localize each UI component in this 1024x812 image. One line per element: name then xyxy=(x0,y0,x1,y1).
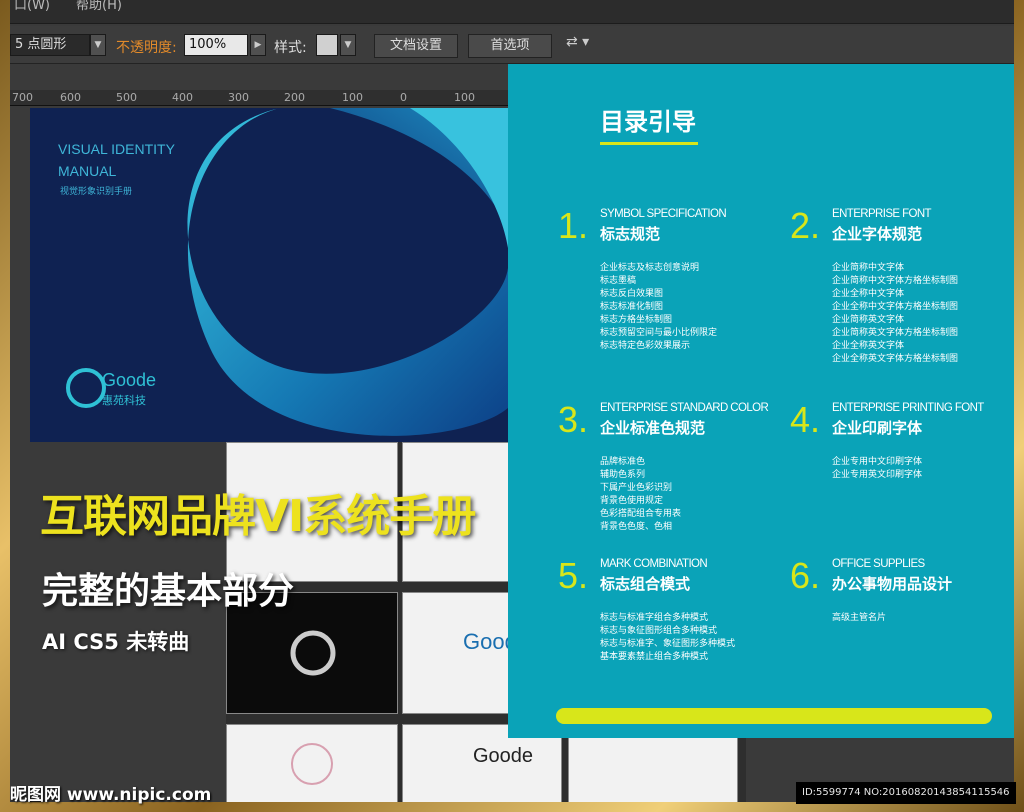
style-label: 样式: xyxy=(274,40,307,56)
ruler-tick: 700 xyxy=(12,91,33,104)
watermark-site: 昵图网 www.nipic.com xyxy=(10,785,212,805)
section-items: 企业标志及标志创意说明 标志墨稿 标志反白效果图 标志标准化制图 标志方格坐标制… xyxy=(600,262,717,353)
section-items: 标志与标准字组合多种模式 标志与象征图形组合多种模式 标志与标准字、象征图形多种… xyxy=(600,612,735,664)
ruler-tick: 500 xyxy=(116,91,137,104)
illustrator-window: 口(W) 帮助(H) 5 点圆形 ▼ 不透明度: 100% ▶ 样式: ▼ 文档… xyxy=(10,0,1014,802)
list-item: 基本要素禁止组合多种模式 xyxy=(600,652,709,662)
section-title-cn: 企业字体规范 xyxy=(832,225,923,243)
section-items: 高级主管名片 xyxy=(832,612,886,625)
logo-mark-icon xyxy=(290,630,336,676)
list-item: 企业简称英文字体 xyxy=(832,315,905,325)
list-item: 企业专用中文印刷字体 xyxy=(832,457,923,467)
list-item: 标志标准化制图 xyxy=(600,302,664,312)
list-item: 背景色使用规定 xyxy=(600,496,664,506)
headline-sub: 完整的基本部分 xyxy=(42,571,295,612)
list-item: 企业简称英文字体方格坐标制图 xyxy=(832,328,959,338)
document-setup-button[interactable]: 文档设置 xyxy=(374,34,458,58)
menu-bar: 口(W) 帮助(H) xyxy=(10,0,1014,24)
ruler-tick: 100 xyxy=(342,91,363,104)
section-title-cn: 标志规范 xyxy=(600,225,661,243)
headline-format: AI CS5 未转曲 xyxy=(42,630,190,654)
list-item: 标志与标准字组合多种模式 xyxy=(600,613,709,623)
section-items: 品牌标准色 辅助色系列 下属产业色彩识别 背景色使用规定 色彩搭配组合专用表 背… xyxy=(600,456,681,534)
list-item: 色彩搭配组合专用表 xyxy=(600,509,682,519)
style-swatch[interactable] xyxy=(316,34,338,56)
list-item: 标志墨稿 xyxy=(600,276,637,286)
ruler-tick: 600 xyxy=(60,91,81,104)
section-number: 6. xyxy=(790,555,821,596)
thumbnail-logo-word: Goode xyxy=(473,745,534,767)
chevron-right-icon[interactable]: ▶ xyxy=(250,34,266,56)
logo-wordmark: Goode xyxy=(102,370,157,390)
footer-bar xyxy=(556,708,992,724)
cover-subtitle: 视觉形象识别手册 xyxy=(60,187,133,197)
list-item: 标志预留空间与最小比例限定 xyxy=(600,328,718,338)
list-item: 高级主管名片 xyxy=(832,613,887,623)
list-item: 企业标志及标志创意说明 xyxy=(600,263,700,273)
title-underline xyxy=(600,142,698,145)
list-item: 标志方格坐标制图 xyxy=(600,315,673,325)
ruler-tick: 400 xyxy=(172,91,193,104)
menu-help[interactable]: 帮助(H) xyxy=(76,0,122,13)
section-items: 企业简称中文字体 企业简称中文字体方格坐标制图 企业全称中文字体 企业全称中文字… xyxy=(832,262,958,366)
section-title-cn: 企业标准色规范 xyxy=(600,419,706,437)
section-title-cn: 标志组合模式 xyxy=(600,575,691,593)
section-title-cn: 企业印刷字体 xyxy=(832,419,923,437)
list-item: 标志与标准字、象征图形多种模式 xyxy=(600,639,736,649)
ruler-tick: 100 xyxy=(454,91,475,104)
section-title-en: ENTERPRISE FONT xyxy=(832,208,932,220)
section-title-en: ENTERPRISE STANDARD COLOR xyxy=(600,402,769,414)
list-item: 企业全称中文字体 xyxy=(832,289,905,299)
chevron-down-icon[interactable]: ▼ xyxy=(90,34,106,56)
watermark-id: ID:5599774 NO:20160820143854115546 xyxy=(796,782,1016,804)
logo-grid-icon xyxy=(291,743,333,785)
cover-artboard[interactable]: VISUAL IDENTITY MANUAL 视觉形象识别手册 Goode 惠苑… xyxy=(30,108,508,442)
cover-title-line1: VISUAL IDENTITY xyxy=(58,141,175,157)
section-title-en: MARK COMBINATION xyxy=(600,558,708,570)
preferences-button[interactable]: 首选项 xyxy=(468,34,552,58)
list-item: 标志特定色彩效果展示 xyxy=(600,341,691,351)
section-title-en: OFFICE SUPPLIES xyxy=(832,558,925,570)
section-title-cn: 办公事物用品设计 xyxy=(832,575,953,593)
section-number: 2. xyxy=(790,205,821,246)
list-item: 企业全称英文字体 xyxy=(832,341,905,351)
section-number: 3. xyxy=(558,399,589,440)
cover-title-line2: MANUAL xyxy=(58,163,117,179)
ruler-tick: 300 xyxy=(228,91,249,104)
list-item: 企业全称英文字体方格坐标制图 xyxy=(832,354,959,364)
section-title-en: SYMBOL SPECIFICATION xyxy=(600,208,727,220)
ruler-tick: 200 xyxy=(284,91,305,104)
opacity-input[interactable]: 100% xyxy=(184,34,248,56)
list-item: 企业简称中文字体 xyxy=(832,263,905,273)
brush-dropdown[interactable]: 5 点圆形 xyxy=(10,34,90,56)
ruler-tick: 0 xyxy=(400,91,407,104)
toc-title: 目录引导 xyxy=(600,108,696,136)
list-item: 标志反白效果图 xyxy=(600,289,664,299)
toc-artboard[interactable]: 目录引导 1. SYMBOL SPECIFICATION 标志规范 企业标志及标… xyxy=(508,64,1014,738)
list-item: 品牌标准色 xyxy=(600,457,646,467)
thumbnail-page[interactable] xyxy=(226,724,398,802)
list-item: 企业专用英文印刷字体 xyxy=(832,470,923,480)
section-number: 5. xyxy=(558,555,589,596)
list-item: 背景色色度、色相 xyxy=(600,522,673,532)
list-item: 下属产业色彩识别 xyxy=(600,483,673,493)
chevron-down-icon[interactable]: ▼ xyxy=(340,34,356,56)
list-item: 标志与象征图形组合多种模式 xyxy=(600,626,718,636)
control-bar: 5 点圆形 ▼ 不透明度: 100% ▶ 样式: ▼ 文档设置 首选项 ⇄ ▾ xyxy=(10,26,1014,64)
list-item: 企业全称中文字体方格坐标制图 xyxy=(832,302,959,312)
section-number: 1. xyxy=(558,205,589,246)
section-number: 4. xyxy=(790,399,821,440)
list-item: 企业简称中文字体方格坐标制图 xyxy=(832,276,959,286)
arrange-icon[interactable]: ⇄ ▾ xyxy=(566,34,589,50)
opacity-label[interactable]: 不透明度: xyxy=(116,37,177,57)
logo-chinese-name: 惠苑科技 xyxy=(102,394,146,407)
section-title-en: ENTERPRISE PRINTING FONT xyxy=(832,402,984,414)
headline-main: 互联网品牌VI系统手册 xyxy=(40,491,476,542)
section-items: 企业专用中文印刷字体 企业专用英文印刷字体 xyxy=(832,456,922,482)
menu-window[interactable]: 口(W) xyxy=(14,0,50,13)
horizontal-ruler: 700 600 500 400 300 200 100 0 100 xyxy=(10,90,510,106)
cover-title: VISUAL IDENTITY MANUAL xyxy=(58,138,175,182)
list-item: 辅助色系列 xyxy=(600,470,646,480)
